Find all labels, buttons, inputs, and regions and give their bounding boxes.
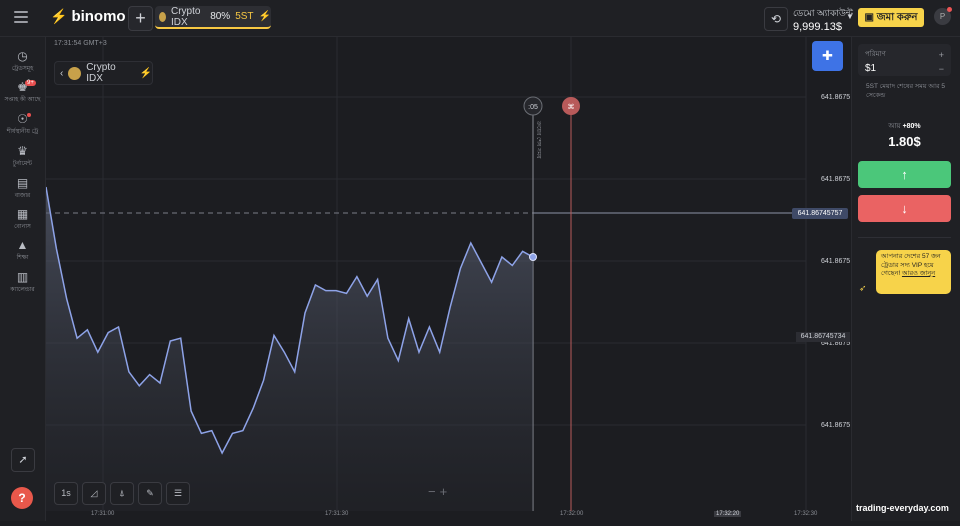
payout-percent: +80%	[902, 123, 921, 130]
add-trader-button[interactable]: ✚	[812, 41, 843, 71]
deposit-button[interactable]: ▣ জমা করুন	[858, 8, 924, 27]
zoom-controls: − +	[428, 484, 447, 499]
coin-icon	[159, 11, 166, 22]
chevron-down-icon[interactable]: ▼	[846, 12, 854, 21]
avatar[interactable]: P	[934, 7, 952, 25]
indicators-icon[interactable]: ⍋	[110, 482, 134, 505]
purchase-deadline-label: ক্রয়ের শেষ সময়	[535, 120, 541, 159]
sidebar-item-calendar[interactable]: ▥ ক্যালেন্ডার	[0, 270, 45, 295]
zoom-in-icon[interactable]: +	[440, 484, 448, 499]
finish-flag-icon: ⌘	[568, 103, 575, 111]
asset-name: Crypto IDX	[86, 62, 116, 84]
market-icon: ▤	[16, 176, 29, 190]
amount-value: $1	[865, 63, 877, 74]
purchase-timer: :05	[528, 104, 538, 111]
clock-icon: ◷	[17, 49, 28, 63]
expiry-note: 5ST মেয়াদ শেষের সময় আর 5 সেকেন্ড	[866, 83, 945, 99]
sidebar-item-whats-new[interactable]: ♚ 9+ সপ্তাহ কী আছে	[0, 80, 45, 105]
refresh-icon[interactable]: ⟲	[764, 7, 788, 31]
asset-tab-tag: 5ST	[235, 11, 254, 22]
level-price-label: 641.86745734	[796, 332, 850, 342]
pencil-icon[interactable]: ✎	[138, 482, 162, 505]
asset-tab-name: Crypto IDX	[170, 5, 201, 28]
sidebar-item-bonus[interactable]: ▦ বোনাস	[0, 207, 45, 232]
chart-toolbar: 1s ◿ ⍋ ✎ ☰	[54, 482, 190, 505]
minus-icon[interactable]: −	[939, 62, 944, 76]
badge: 9+	[25, 80, 36, 86]
trophy-icon: ➶	[859, 283, 867, 293]
arrow-down-icon: ↓	[901, 201, 908, 216]
notification-dot	[947, 7, 952, 12]
plus-icon[interactable]: +	[939, 48, 944, 62]
bolt-icon: ⚡	[50, 8, 68, 24]
time-tick: 17:32:30	[794, 511, 818, 517]
help-icon[interactable]: ?	[11, 487, 33, 509]
time-tick-highlight: 17:32:20	[714, 511, 742, 517]
price-area	[46, 187, 533, 511]
payout-label: আয়	[888, 123, 901, 130]
wallet-icon: ▣	[864, 12, 877, 23]
layers-icon[interactable]: ☰	[166, 482, 190, 505]
price-chart[interactable]: :05 ⌘ ক্রয়ের শেষ সময়	[45, 37, 850, 521]
account-selector[interactable]: ডেমো অ্যাকাউন্ট 9,999.13$	[793, 6, 853, 33]
add-asset-button[interactable]: +	[128, 6, 153, 31]
chart-type-icon[interactable]: ◿	[82, 482, 106, 505]
payout-value: 1.80$	[888, 134, 921, 149]
time-tick: 17:32:00	[560, 511, 584, 517]
sidebar-item-leaders[interactable]: ☉ শীর্ষস্থানীয় ট্রে	[0, 112, 45, 137]
price-tick: 641.8675	[821, 176, 851, 183]
timeframe-button[interactable]: 1s	[54, 482, 78, 505]
price-tick: 641.8675	[821, 422, 851, 429]
divider	[858, 237, 951, 238]
up-button[interactable]: ↑	[858, 161, 951, 188]
time-tick: 17:31:30	[325, 511, 349, 517]
gift-icon: ▦	[16, 207, 29, 221]
bolt-icon: ⚡	[258, 11, 271, 22]
sidebar-item-education[interactable]: ▲ শিক্ষা	[0, 238, 45, 263]
account-balance: 9,999.13$	[793, 21, 842, 33]
time-tick: 17:31:00	[91, 511, 115, 517]
current-price-label: 641.86745757	[792, 208, 848, 219]
asset-selector[interactable]: ‹ Crypto IDX ⚡	[54, 61, 153, 85]
trophy-cup-icon: ♚	[17, 80, 28, 94]
education-icon: ▲	[16, 238, 29, 252]
asset-tab[interactable]: Crypto IDX 80% 5ST ⚡	[155, 6, 271, 29]
watermark: trading-everyday.com	[856, 503, 949, 513]
tournament-icon: ♛	[17, 144, 28, 158]
rocket-icon[interactable]: ➚	[11, 448, 35, 472]
amount-label: পরিমাণ	[865, 51, 886, 58]
bolt-icon: ⚡	[139, 67, 152, 79]
top-bar: ⚡ binomo + Crypto IDX 80% 5ST ⚡ ⟲ ডেমো অ্…	[0, 0, 960, 37]
down-button[interactable]: ↓	[858, 195, 951, 222]
arrow-up-icon: ↑	[901, 167, 908, 182]
price-tick: 641.8675	[821, 258, 851, 265]
sidebar-item-trades[interactable]: ◷ ট্রেডসমূহ	[0, 49, 45, 74]
amount-field[interactable]: পরিমাণ $1 + −	[858, 44, 951, 76]
menu-icon[interactable]	[14, 11, 28, 23]
vip-promo[interactable]: আপনার দেশের 57 জন ট্রেডার সদ্য VIP হয়ে …	[876, 250, 951, 294]
notification-dot	[27, 113, 31, 117]
sidebar-item-market[interactable]: ▤ বাজার	[0, 176, 45, 201]
logo[interactable]: ⚡ binomo	[50, 8, 126, 25]
calendar-icon: ▥	[16, 270, 29, 284]
sidebar-item-tournaments[interactable]: ♛ টুর্নামেন্ট	[0, 144, 45, 169]
coin-icon	[68, 66, 82, 80]
asset-tab-payout: 80%	[210, 11, 231, 22]
chart-area[interactable]: :05 ⌘ ক্রয়ের শেষ সময়	[45, 37, 850, 521]
zoom-out-icon[interactable]: −	[428, 484, 436, 499]
account-label: ডেমো অ্যাকাউন্ট	[793, 8, 854, 18]
price-tick: 641.8675	[821, 94, 851, 101]
promo-link[interactable]: আরও জানুন	[902, 270, 935, 277]
leaders-icon: ☉	[17, 112, 28, 126]
chevron-left-icon: ‹	[60, 67, 64, 79]
current-price-point	[529, 253, 537, 261]
payout-block: আয় +80% 1.80$	[858, 120, 951, 149]
server-time: 17:31:54 GMT+3	[54, 40, 107, 47]
